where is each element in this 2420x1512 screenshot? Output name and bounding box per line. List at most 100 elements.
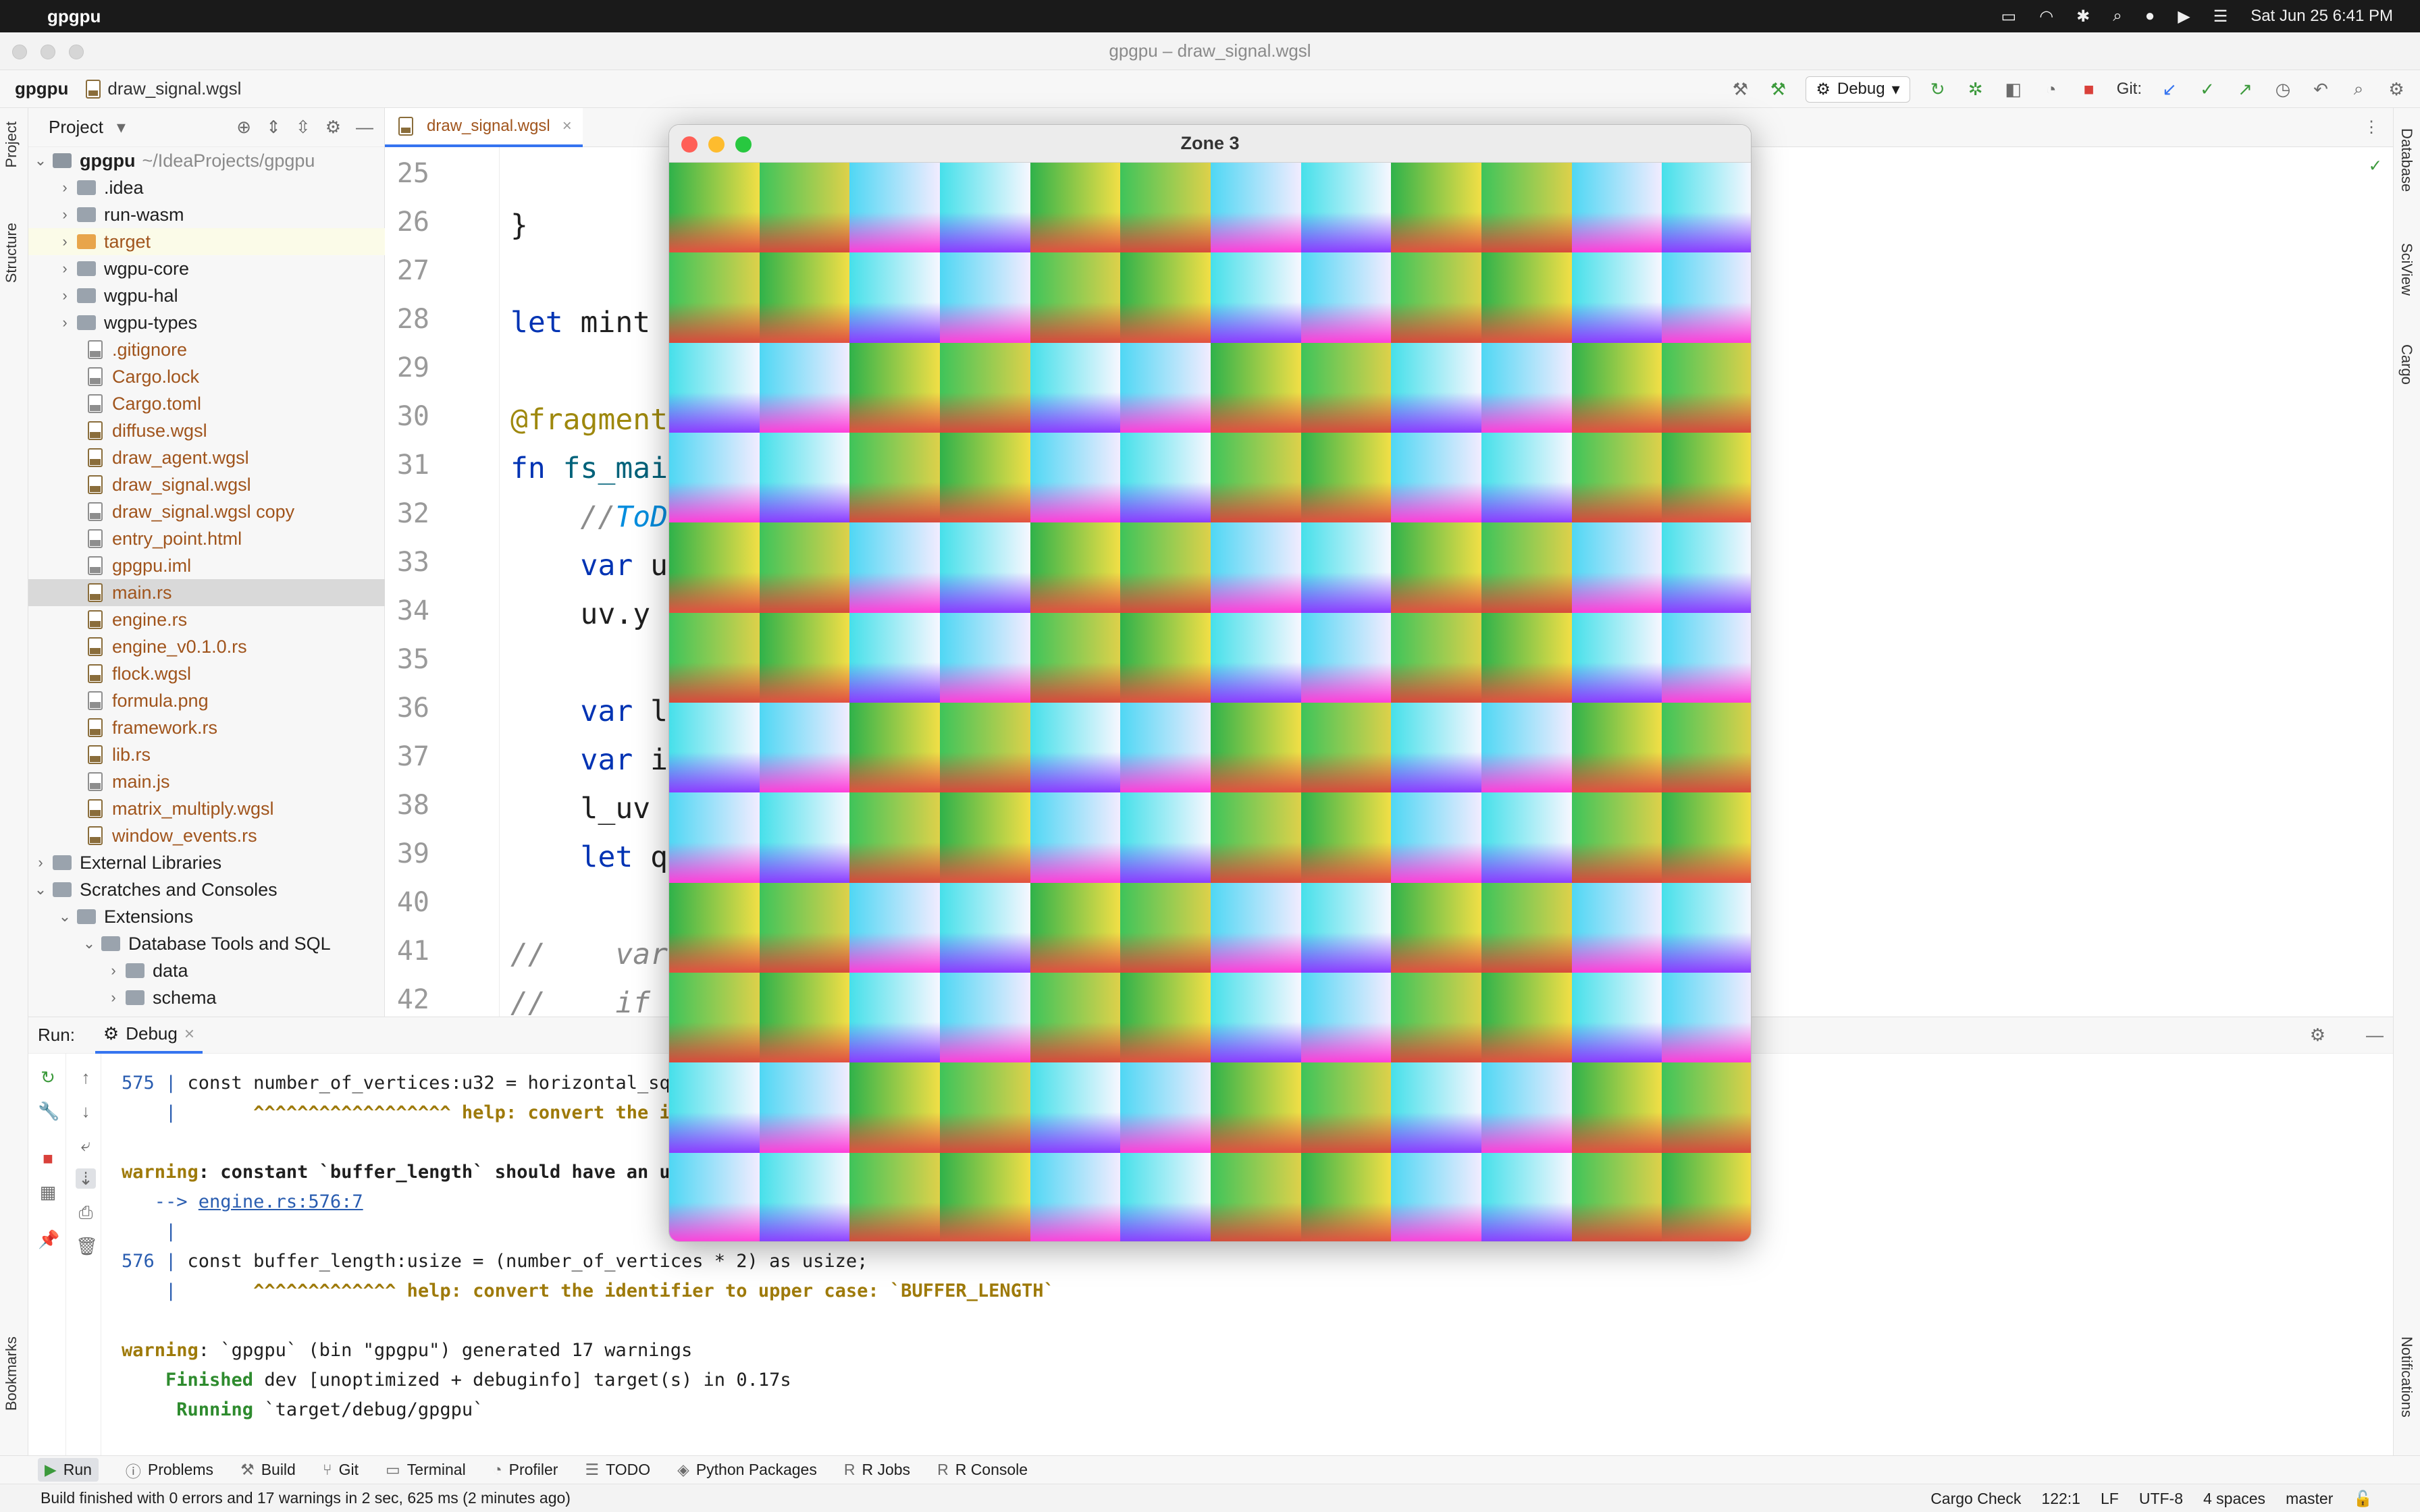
git-commit-icon[interactable]: ✓: [2197, 79, 2217, 99]
run-tab-debug[interactable]: ⚙ Debug ×: [95, 1017, 203, 1054]
bluetooth-icon[interactable]: ✱: [2076, 7, 2090, 26]
git-rollback-icon[interactable]: ↶: [2311, 79, 2331, 99]
stop-icon[interactable]: ■: [38, 1148, 58, 1168]
database-tool-tab[interactable]: Database: [2398, 128, 2415, 192]
tree-item-main-rs[interactable]: main.rs: [28, 579, 385, 606]
tree-root[interactable]: ⌄ gpgpu ~/IdeaProjects/gpgpu: [28, 147, 385, 174]
tree-item-draw-agent-wgsl[interactable]: draw_agent.wgsl: [28, 444, 385, 471]
coverage-icon[interactable]: ◧: [2003, 79, 2024, 99]
bookmarks-tool-tab[interactable]: Bookmarks: [3, 1336, 20, 1411]
breadcrumb-file[interactable]: draw_signal.wgsl: [107, 78, 241, 99]
app-menu-name[interactable]: gpgpu: [47, 6, 101, 27]
project-view-select[interactable]: Project: [49, 117, 103, 138]
run-settings-gear-icon[interactable]: ⚙: [2310, 1025, 2325, 1046]
hammer-icon[interactable]: ⚒: [1730, 79, 1750, 99]
chevron-right-icon[interactable]: ›: [105, 989, 122, 1006]
tool-tab-profiler[interactable]: ◔ Profiler: [493, 1461, 558, 1479]
scroll-up-icon[interactable]: ↑: [76, 1067, 96, 1087]
more-tabs-icon[interactable]: ⋮: [2363, 117, 2379, 137]
stop-icon[interactable]: ■: [2079, 79, 2099, 99]
chevron-right-icon[interactable]: ›: [57, 179, 73, 196]
tree-item-diffuse-wgsl[interactable]: diffuse.wgsl: [28, 417, 385, 444]
wrench-icon[interactable]: 🔧: [38, 1101, 59, 1121]
lock-icon[interactable]: 🔓: [2353, 1490, 2373, 1508]
chevron-right-icon[interactable]: ›: [105, 962, 122, 979]
tree-item-target[interactable]: › target: [28, 228, 385, 255]
soft-wrap-icon[interactable]: ⤶: [76, 1135, 96, 1155]
zone-3-window[interactable]: Zone 3: [668, 124, 1752, 1242]
tree-item-wgpu-types[interactable]: › wgpu-types: [28, 309, 385, 336]
line-separator[interactable]: LF: [2101, 1490, 2119, 1508]
locate-icon[interactable]: ⊕: [236, 117, 251, 138]
indent-setting[interactable]: 4 spaces: [2203, 1490, 2265, 1508]
status-message[interactable]: Build finished with 0 errors and 17 warn…: [41, 1489, 571, 1507]
run-config-select[interactable]: ⚙ Debug ▾: [1806, 76, 1910, 103]
tree-item-gitignore[interactable]: .gitignore: [28, 336, 385, 363]
print-icon[interactable]: ⎙: [76, 1202, 96, 1222]
tree-item-entry-point-html[interactable]: entry_point.html: [28, 525, 385, 552]
file-encoding[interactable]: UTF-8: [2139, 1490, 2183, 1508]
inspection-ok-icon[interactable]: ✓: [2369, 154, 2381, 176]
caret-position[interactable]: 122:1: [2041, 1490, 2080, 1508]
build-icon[interactable]: ⚒: [1768, 79, 1788, 99]
breadcrumb-project[interactable]: gpgpu: [15, 78, 68, 99]
tree-item-gpgpu-iml[interactable]: gpgpu.iml: [28, 552, 385, 579]
status-indicator-icon[interactable]: ●: [2145, 7, 2155, 26]
chevron-down-icon[interactable]: ⌄: [57, 908, 73, 925]
gear-icon[interactable]: ⚙: [325, 117, 341, 138]
cargo-tool-tab[interactable]: Cargo: [2398, 344, 2415, 385]
play-icon[interactable]: ▶: [2178, 7, 2190, 26]
spotlight-search-icon[interactable]: ⌕: [2113, 7, 2122, 26]
close-window-button[interactable]: [681, 136, 698, 153]
tree-item-formula-png[interactable]: formula.png: [28, 687, 385, 714]
tool-tab-python-packages[interactable]: ◈ Python Packages: [677, 1461, 817, 1479]
debug-icon[interactable]: ✲: [1966, 79, 1986, 99]
chevron-down-icon[interactable]: ▾: [117, 117, 126, 138]
hide-panel-icon[interactable]: —: [2366, 1025, 2384, 1046]
tree-item-window-events-rs[interactable]: window_events.rs: [28, 822, 385, 849]
chevron-down-icon[interactable]: ⌄: [81, 935, 97, 952]
tree-item-wgpu-core[interactable]: › wgpu-core: [28, 255, 385, 282]
pin-tab-icon[interactable]: 📌: [38, 1229, 59, 1249]
layout-icon[interactable]: ▦: [38, 1182, 58, 1202]
tree-item-scratches[interactable]: ⌄ Scratches and Consoles: [28, 876, 385, 903]
wifi-icon[interactable]: ◠: [2039, 7, 2053, 26]
tree-item-cargo-lock[interactable]: Cargo.lock: [28, 363, 385, 390]
minimize-window-button[interactable]: [708, 136, 725, 153]
minimize-window-button[interactable]: [41, 45, 55, 59]
git-branch[interactable]: master: [2286, 1490, 2333, 1508]
tree-item-matrix-multiply-wgsl[interactable]: matrix_multiply.wgsl: [28, 795, 385, 822]
notifications-tool-tab[interactable]: Notifications: [2398, 1336, 2415, 1418]
git-update-icon[interactable]: ↙: [2159, 79, 2180, 99]
tree-item-framework-rs[interactable]: framework.rs: [28, 714, 385, 741]
scroll-down-icon[interactable]: ↓: [76, 1101, 96, 1121]
tree-item-flock-wgsl[interactable]: flock.wgsl: [28, 660, 385, 687]
tree-item-engine-rs[interactable]: engine.rs: [28, 606, 385, 633]
tree-item-wgpu-hal[interactable]: › wgpu-hal: [28, 282, 385, 309]
close-tab-icon[interactable]: ×: [562, 117, 572, 136]
tree-item-run-wasm[interactable]: › run-wasm: [28, 201, 385, 228]
chevron-down-icon[interactable]: ⌄: [32, 881, 49, 898]
chevron-right-icon[interactable]: ›: [57, 260, 73, 277]
clear-console-icon[interactable]: 🗑: [76, 1236, 98, 1256]
tree-item-external-libraries[interactable]: › External Libraries: [28, 849, 385, 876]
rerun-icon[interactable]: ↻: [38, 1067, 58, 1087]
zone-window-title-bar[interactable]: Zone 3: [669, 125, 1751, 163]
collapse-all-icon[interactable]: ⇳: [296, 117, 311, 138]
chevron-right-icon[interactable]: ›: [57, 233, 73, 250]
tool-tab-r-console[interactable]: R R Console: [937, 1461, 1028, 1479]
project-tool-tab[interactable]: Project: [3, 122, 20, 167]
chevron-right-icon[interactable]: ›: [32, 854, 49, 871]
tool-tab-git[interactable]: ⑂ Git: [323, 1461, 359, 1479]
zoom-window-button[interactable]: [735, 136, 752, 153]
zoom-window-button[interactable]: [69, 45, 84, 59]
tree-item-main-js[interactable]: main.js: [28, 768, 385, 795]
tool-tab-r-jobs[interactable]: R R Jobs: [844, 1461, 910, 1479]
search-icon[interactable]: ⌕: [2348, 78, 2369, 99]
editor-tab-draw-signal[interactable]: draw_signal.wgsl ×: [385, 107, 583, 147]
sciview-tool-tab[interactable]: SciView: [2398, 243, 2415, 296]
close-tab-icon[interactable]: ×: [184, 1023, 194, 1044]
tree-item-engine-v010-rs[interactable]: engine_v0.1.0.rs: [28, 633, 385, 660]
menu-clock[interactable]: Sat Jun 25 6:41 PM: [2251, 7, 2393, 26]
git-history-icon[interactable]: ◷: [2273, 79, 2293, 99]
